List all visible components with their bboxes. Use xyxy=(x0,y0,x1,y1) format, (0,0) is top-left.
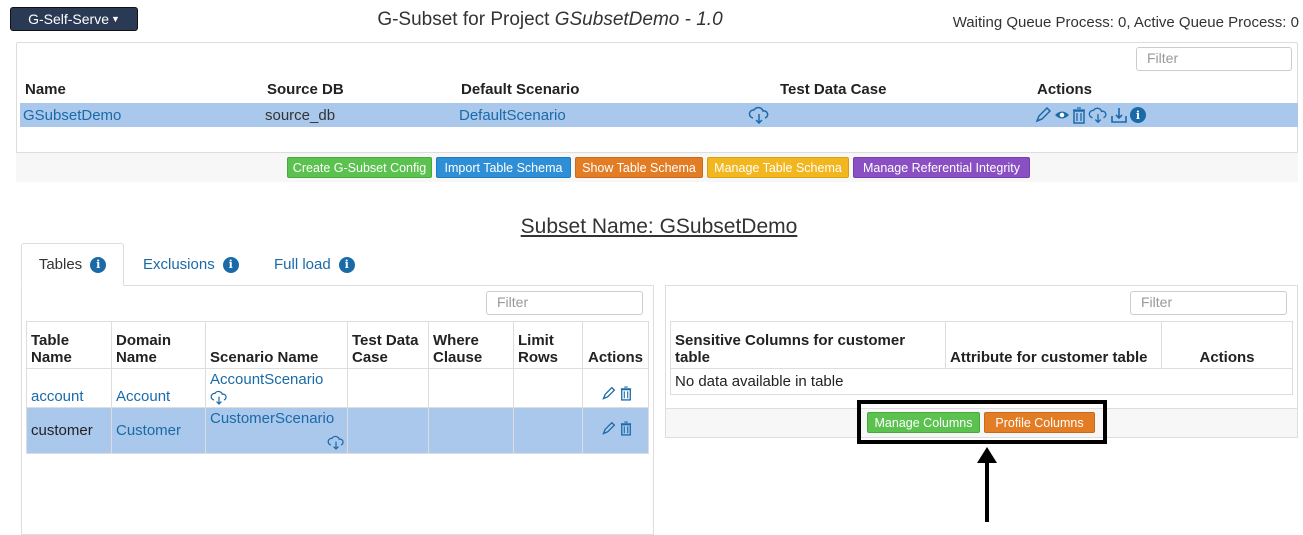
columns-filter-input[interactable]: Filter xyxy=(1130,291,1287,315)
tab-tables-label: Tables xyxy=(38,256,83,273)
scenario-link[interactable]: AccountScenario xyxy=(210,371,323,388)
tab-exclusions[interactable]: Exclusions i xyxy=(143,256,239,273)
info-icon[interactable]: i xyxy=(222,256,239,273)
manage-table-schema-button[interactable]: Manage Table Schema xyxy=(707,157,849,178)
column-buttons: Manage Columns Profile Columns xyxy=(867,412,1095,433)
tab-tables[interactable]: Tables i xyxy=(21,243,124,286)
delete-trash-icon[interactable] xyxy=(1072,106,1086,124)
col-limit-rows: Limit Rows xyxy=(513,321,583,369)
table-row[interactable]: account Account AccountScenario xyxy=(26,368,649,408)
cloud-download-icon[interactable] xyxy=(748,106,770,124)
col-sensitive-columns: Sensitive Columns for customer table xyxy=(670,321,946,369)
columns-table: Sensitive Columns for customer table Att… xyxy=(670,321,1293,395)
create-gsubset-config-button[interactable]: Create G-Subset Config xyxy=(287,157,432,178)
import-table-schema-button[interactable]: Import Table Schema xyxy=(436,157,571,178)
tables-filter-input[interactable]: Filter xyxy=(486,291,643,315)
info-icon[interactable]: i xyxy=(338,256,355,273)
info-icon[interactable]: i xyxy=(90,256,107,273)
delete-trash-icon[interactable] xyxy=(620,421,632,436)
empty-table-message: No data available in table xyxy=(670,368,1293,395)
cloud-download-icon[interactable] xyxy=(210,390,228,405)
col-test-data-case: Test Data Case xyxy=(780,81,887,98)
tab-full-load[interactable]: Full load i xyxy=(274,256,355,273)
show-table-schema-button[interactable]: Show Table Schema xyxy=(575,157,703,178)
project-actions: i xyxy=(1034,106,1146,124)
subset-heading: Subset Name: GSubsetDemo xyxy=(520,215,798,238)
col-test-data-case: Test Data Case xyxy=(347,321,429,369)
domain-link[interactable]: Account xyxy=(116,388,170,405)
tab-full-load-label: Full load xyxy=(274,256,331,273)
domain-link[interactable]: Customer xyxy=(116,422,181,439)
info-icon[interactable]: i xyxy=(1130,107,1146,123)
col-scenario-name: Scenario Name xyxy=(205,321,348,369)
table-row[interactable]: customer Customer CustomerScenario xyxy=(26,407,649,454)
col-actions: Actions xyxy=(582,321,649,369)
edit-pencil-icon[interactable] xyxy=(601,386,616,401)
source-db-value: source_db xyxy=(265,107,336,124)
queue-status: Waiting Queue Process: 0, Active Queue P… xyxy=(952,14,1299,31)
profile-columns-button[interactable]: Profile Columns xyxy=(984,412,1095,433)
manage-columns-button[interactable]: Manage Columns xyxy=(867,412,980,433)
view-eye-icon[interactable] xyxy=(1054,107,1070,123)
table-name-text[interactable]: customer xyxy=(31,422,93,439)
default-scenario-link[interactable]: DefaultScenario xyxy=(459,107,566,124)
col-where-clause: Where Clause xyxy=(428,321,514,369)
scenario-link[interactable]: CustomerScenario xyxy=(210,410,334,427)
edit-pencil-icon[interactable] xyxy=(1034,106,1052,124)
arrow-up-annotation xyxy=(975,447,999,526)
project-name-link[interactable]: GSubsetDemo xyxy=(23,107,121,124)
project-buttons: Create G-Subset Config Import Table Sche… xyxy=(287,157,1030,178)
delete-trash-icon[interactable] xyxy=(620,386,632,401)
col-attribute: Attribute for customer table xyxy=(945,321,1162,369)
col-actions: Actions xyxy=(1161,321,1293,369)
col-default-scenario: Default Scenario xyxy=(461,81,580,98)
export-icon[interactable] xyxy=(1110,106,1128,124)
edit-pencil-icon[interactable] xyxy=(601,421,616,436)
manage-referential-integrity-button[interactable]: Manage Referential Integrity xyxy=(853,157,1030,178)
col-source-db: Source DB xyxy=(267,81,344,98)
col-name: Name xyxy=(25,81,66,98)
col-table-name: Table Name xyxy=(26,321,112,369)
project-filter-input[interactable]: Filter xyxy=(1136,47,1292,71)
col-domain-name: Domain Name xyxy=(111,321,206,369)
page-title: G-Subset for Project GSubsetDemo - 1.0 xyxy=(377,9,723,30)
cloud-download-action-icon[interactable] xyxy=(1088,106,1108,124)
col-actions: Actions xyxy=(1037,81,1093,98)
tab-exclusions-label: Exclusions xyxy=(143,256,215,273)
tables-table: Table Name Domain Name Scenario Name Tes… xyxy=(26,321,649,454)
cloud-download-icon[interactable] xyxy=(327,435,345,450)
table-name-link[interactable]: account xyxy=(31,388,84,405)
